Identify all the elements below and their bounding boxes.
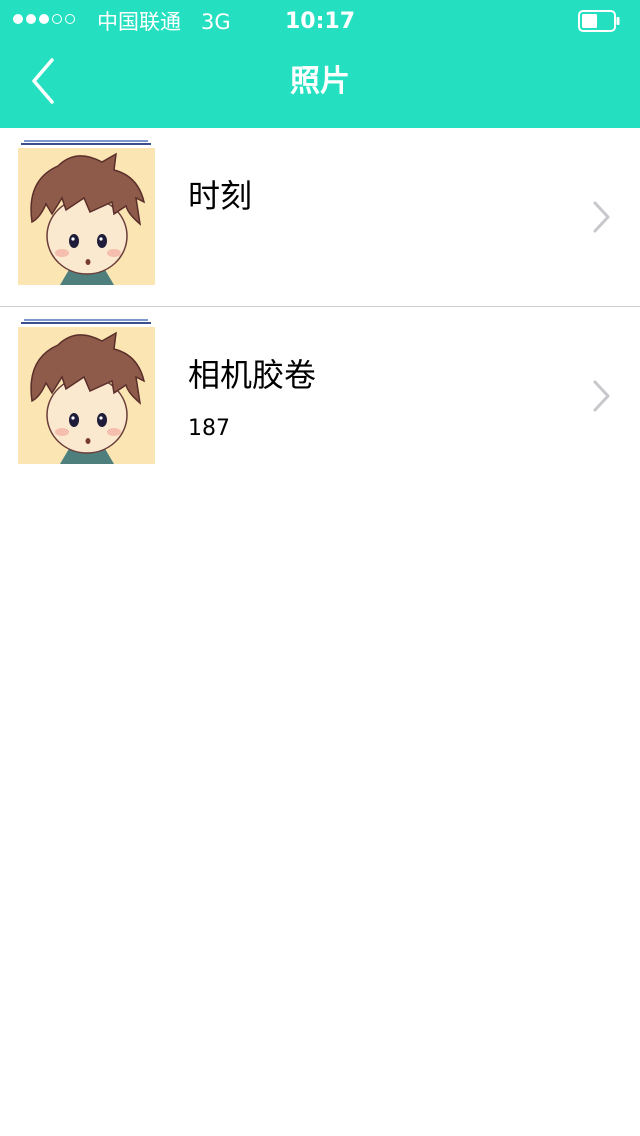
- top-bar: 中国联通 3G 10:17 照片: [0, 0, 640, 128]
- navigation-bar: 照片: [0, 44, 640, 128]
- status-bar: 中国联通 3G 10:17: [0, 0, 640, 44]
- page-title: 照片: [290, 64, 350, 99]
- album-thumbnail: [18, 140, 155, 285]
- album-title: 时刻: [188, 177, 253, 215]
- album-title: 相机胶卷: [188, 356, 317, 394]
- battery-icon: [578, 10, 620, 32]
- chevron-right-icon: [593, 201, 610, 233]
- album-thumbnail: [18, 319, 155, 464]
- chevron-right-icon: [593, 380, 610, 412]
- album-row-camera-roll[interactable]: 相机胶卷 187: [0, 307, 640, 493]
- status-time: 10:17: [284, 9, 356, 34]
- album-list: 时刻 相机胶卷 187: [0, 128, 640, 493]
- album-row-moments[interactable]: 时刻: [0, 128, 640, 307]
- album-photo-count: 187: [188, 416, 230, 441]
